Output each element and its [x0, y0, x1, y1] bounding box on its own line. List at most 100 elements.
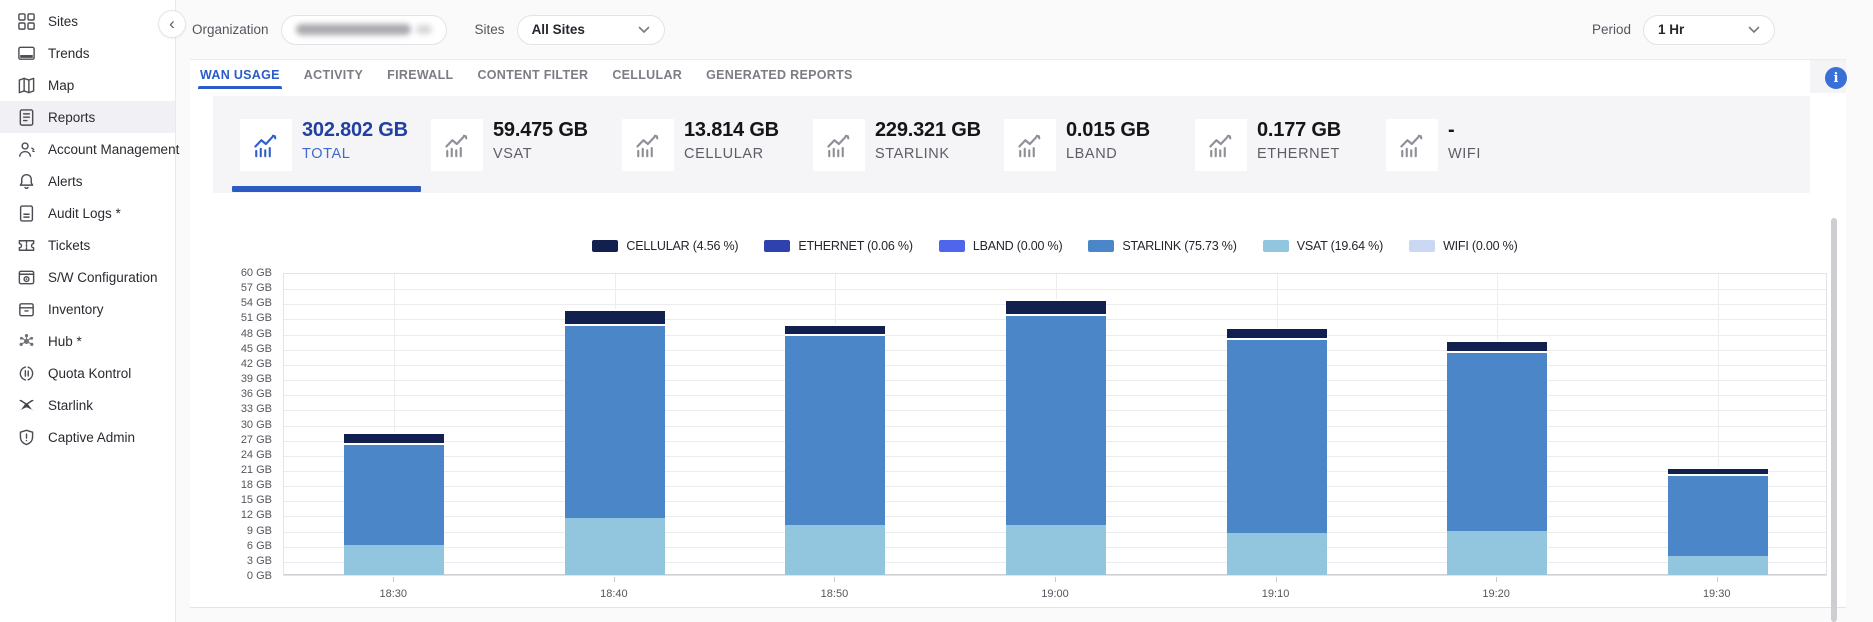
bar-1910-vsat[interactable] [1227, 533, 1327, 575]
sidebar-item-map[interactable]: Map [0, 69, 175, 101]
tab-generated-reports[interactable]: GENERATED REPORTS [706, 60, 853, 89]
bar-1830-starlink[interactable] [344, 443, 444, 545]
info-icon[interactable]: i [1825, 67, 1847, 89]
bar-1910-cellular[interactable] [1227, 327, 1327, 339]
quota-kontrol-icon [16, 363, 36, 383]
sidebar-nav: SitesTrendsMapReportsAccount ManagementA… [0, 0, 176, 622]
stat-value: 0.177 GB [1257, 119, 1341, 142]
stat-card-vsat[interactable]: 59.475 GBVSAT [404, 96, 595, 193]
sidebar-item-starlink[interactable]: Starlink [0, 389, 175, 421]
usage-chart-icon [813, 119, 865, 171]
x-tick-label: 19:30 [1677, 588, 1757, 600]
legend-item-starlink[interactable]: STARLINK (75.73 %) [1088, 239, 1236, 253]
stat-card-total[interactable]: 302.802 GBTOTAL [213, 96, 404, 193]
legend-item-lband[interactable]: LBAND (0.00 %) [939, 239, 1063, 253]
organization-select[interactable] [281, 15, 447, 45]
bar-1930-vsat[interactable] [1668, 556, 1768, 575]
sidebar-item-s-w-configuration[interactable]: S/W Configuration [0, 261, 175, 293]
legend-label: WIFI (0.00 %) [1443, 239, 1518, 253]
period-select-value: 1 Hr [1658, 22, 1684, 37]
bar-1840-starlink[interactable] [565, 324, 665, 519]
bar-1840-cellular[interactable] [565, 309, 665, 323]
bar-1930-cellular[interactable] [1668, 467, 1768, 473]
collapse-sidebar-button[interactable]: ‹ [158, 10, 186, 38]
bell-icon [16, 171, 36, 191]
tab-firewall[interactable]: FIREWALL [387, 60, 453, 89]
sidebar-item-inventory[interactable]: Inventory [0, 293, 175, 325]
inventory-icon [16, 299, 36, 319]
sites-select-value: All Sites [532, 22, 585, 37]
legend-label: ETHERNET (0.06 %) [798, 239, 912, 253]
sidebar-item-label: Account Management [48, 142, 179, 157]
bar-1920-starlink[interactable] [1447, 351, 1547, 531]
bar-1850-cellular[interactable] [785, 324, 885, 335]
sites-select[interactable]: All Sites [517, 15, 665, 45]
y-tick-label: 6 GB [200, 540, 272, 552]
stat-label: VSAT [493, 146, 588, 162]
y-tick-label: 27 GB [200, 434, 272, 446]
bar-1850-starlink[interactable] [785, 334, 885, 525]
stat-card-cellular[interactable]: 13.814 GBCELLULAR [595, 96, 786, 193]
sidebar-item-label: Inventory [48, 302, 104, 317]
bar-1900-cellular[interactable] [1006, 299, 1106, 314]
sidebar-item-alerts[interactable]: Alerts [0, 165, 175, 197]
y-tick-label: 18 GB [200, 479, 272, 491]
sidebar-item-quota-kontrol[interactable]: Quota Kontrol [0, 357, 175, 389]
stat-card-lband[interactable]: 0.015 GBLBAND [977, 96, 1168, 193]
bar-1830-cellular[interactable] [344, 432, 444, 443]
top-bar: Organization Sites All Sites Period 1 Hr [176, 0, 1873, 59]
stat-card-ethernet[interactable]: 0.177 GBETHERNET [1168, 96, 1359, 193]
legend-label: LBAND (0.00 %) [973, 239, 1063, 253]
y-tick-label: 15 GB [200, 494, 272, 506]
sidebar-item-account-management[interactable]: Account Management [0, 133, 175, 165]
stat-card-starlink[interactable]: 229.321 GBSTARLINK [786, 96, 977, 193]
bar-1840-vsat[interactable] [565, 518, 665, 575]
period-select[interactable]: 1 Hr [1643, 15, 1775, 45]
bar-1930-starlink[interactable] [1668, 474, 1768, 556]
x-tick [1496, 577, 1497, 582]
y-tick-label: 54 GB [200, 297, 272, 309]
y-tick-label: 45 GB [200, 343, 272, 355]
sidebar-item-hub[interactable]: Hub * [0, 325, 175, 357]
sidebar-item-label: Alerts [48, 174, 83, 189]
tab-content-filter[interactable]: CONTENT FILTER [477, 60, 588, 89]
tab-wan-usage[interactable]: WAN USAGE [200, 60, 280, 89]
sites-icon [16, 11, 36, 31]
x-tick [1717, 577, 1718, 582]
chart-legend: CELLULAR (4.56 %) ETHERNET (0.06 %) LBAND … [283, 239, 1827, 253]
y-tick-label: 57 GB [200, 282, 272, 294]
legend-swatch [939, 240, 965, 252]
vertical-scrollbar[interactable] [1831, 218, 1837, 622]
legend-swatch [1409, 240, 1435, 252]
stat-text: 0.015 GBLBAND [1066, 119, 1150, 162]
legend-label: VSAT (19.64 %) [1297, 239, 1383, 253]
sidebar-item-sites[interactable]: Sites [0, 5, 175, 37]
tab-activity[interactable]: ACTIVITY [304, 60, 363, 89]
bar-1920-cellular[interactable] [1447, 340, 1547, 351]
x-tick [614, 577, 615, 582]
sidebar-item-reports[interactable]: Reports [0, 101, 175, 133]
gridline [284, 289, 1826, 290]
bar-1900-starlink[interactable] [1006, 314, 1106, 525]
bar-1850-vsat[interactable] [785, 525, 885, 575]
bar-1910-starlink[interactable] [1227, 338, 1327, 532]
legend-item-wifi[interactable]: WIFI (0.00 %) [1409, 239, 1518, 253]
sidebar-item-label: Hub * [48, 334, 82, 349]
legend-item-cellular[interactable]: CELLULAR (4.56 %) [592, 239, 738, 253]
bar-1900-vsat[interactable] [1006, 525, 1106, 575]
bar-1830-vsat[interactable] [344, 545, 444, 575]
bar-1920-vsat[interactable] [1447, 531, 1547, 575]
stat-value: 0.015 GB [1066, 119, 1150, 142]
sidebar-item-trends[interactable]: Trends [0, 37, 175, 69]
sidebar-item-audit-logs[interactable]: Audit Logs * [0, 197, 175, 229]
legend-item-vsat[interactable]: VSAT (19.64 %) [1263, 239, 1383, 253]
legend-item-ethernet[interactable]: ETHERNET (0.06 %) [764, 239, 912, 253]
tab-cellular[interactable]: CELLULAR [612, 60, 682, 89]
sidebar-item-captive-admin[interactable]: Captive Admin [0, 421, 175, 453]
legend-swatch [1088, 240, 1114, 252]
app-window: Organization Sites All Sites Period 1 Hr… [0, 0, 1873, 622]
stat-card-wifi[interactable]: -WIFI [1359, 96, 1550, 193]
sidebar-item-label: Starlink [48, 398, 93, 413]
x-tick-label: 19:20 [1456, 588, 1536, 600]
sidebar-item-tickets[interactable]: Tickets [0, 229, 175, 261]
